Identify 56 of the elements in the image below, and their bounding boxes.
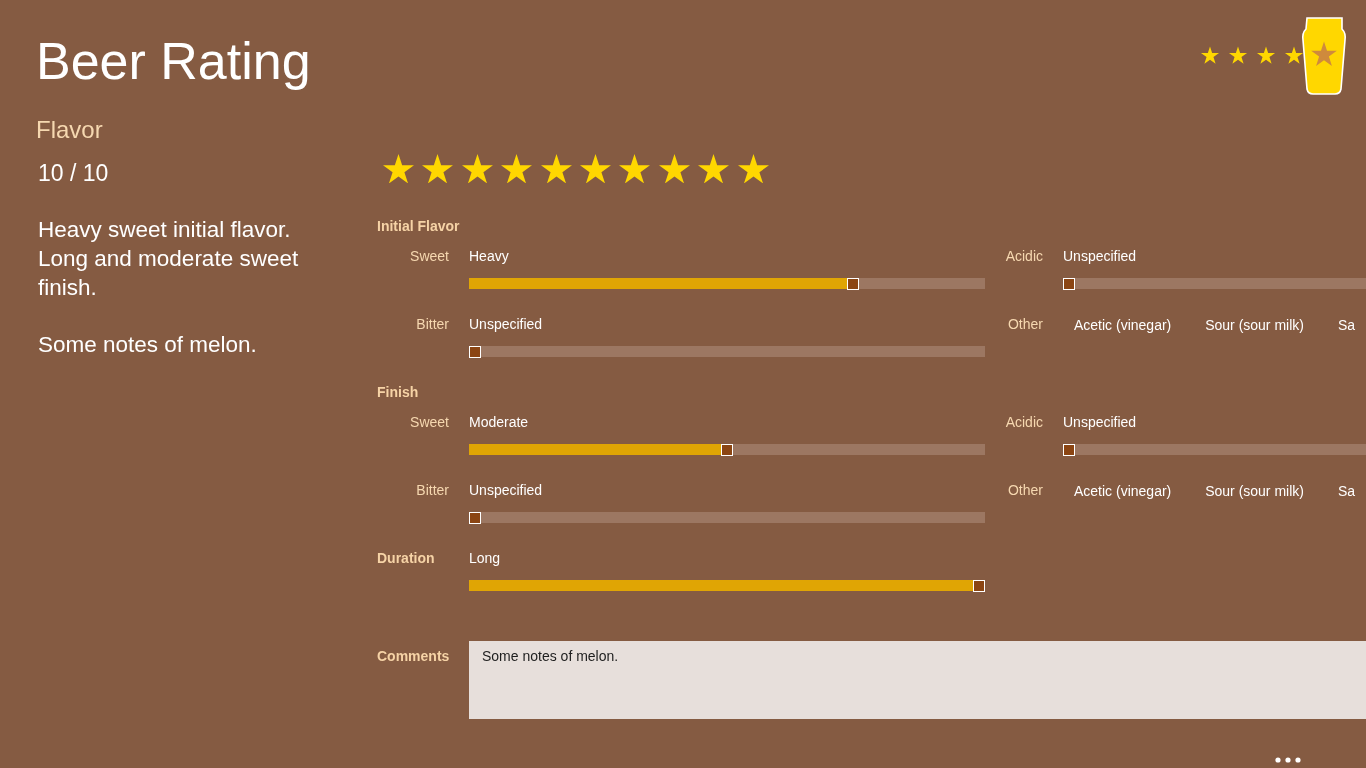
star-icon[interactable] [461, 154, 493, 184]
description-text: Some notes of melon. [38, 331, 257, 359]
star-icon[interactable] [383, 154, 414, 184]
section-title: Flavor [36, 115, 103, 145]
section-heading: Finish [377, 383, 419, 403]
field-value: Long [469, 549, 501, 569]
field-label: Sweet [410, 413, 449, 433]
option-toggle[interactable]: Sour (sour milk) [1194, 314, 1315, 336]
field-label: Other [1008, 481, 1043, 501]
section-heading: Initial Flavor [377, 217, 460, 237]
option-toggle[interactable]: Acetic (vinegar) [1063, 314, 1183, 336]
field-label: Bitter [416, 315, 449, 335]
star-icon[interactable] [579, 154, 611, 184]
slider-track[interactable] [1063, 278, 1366, 290]
more-icon[interactable] [1275, 757, 1301, 763]
slider-track[interactable] [1063, 444, 1366, 456]
field-label: Duration [377, 549, 435, 569]
score-text: 10 / 10 [38, 159, 109, 188]
field-label: Sweet [410, 247, 449, 267]
star-icon[interactable] [698, 154, 730, 184]
star-icon[interactable] [540, 154, 572, 184]
field-value: Unspecified [469, 315, 543, 335]
slider-track[interactable] [469, 278, 985, 290]
star-rating[interactable] [383, 154, 769, 184]
option-toggle[interactable]: Acetic (vinegar) [1063, 480, 1183, 502]
slider-thumb[interactable] [721, 444, 733, 456]
slider-track[interactable] [469, 512, 985, 524]
star-icon[interactable] [737, 154, 769, 184]
star-icon[interactable] [619, 154, 651, 184]
slider-thumb[interactable] [469, 512, 481, 524]
field-value: Unspecified [469, 481, 543, 501]
field-label: Comments [377, 647, 450, 667]
field-value: Moderate [469, 413, 529, 433]
star-icon[interactable] [501, 154, 533, 184]
description-text: Heavy sweet initial flavor. Long and moderate sweet finish. [38, 216, 300, 302]
slider-thumb[interactable] [1063, 444, 1075, 456]
slider-track[interactable] [469, 444, 985, 456]
option-toggle[interactable]: Sour (sour milk) [1194, 480, 1315, 502]
stars-and-pint-glass-icon [1200, 16, 1348, 96]
field-label: Acidic [1005, 413, 1043, 433]
field-label: Other [1008, 315, 1043, 335]
field-value: Unspecified [1063, 413, 1137, 433]
comments-field[interactable]: Some notes of melon. [469, 641, 1366, 720]
field-value: Unspecified [1063, 247, 1137, 267]
slider-track[interactable] [469, 346, 985, 358]
slider-thumb[interactable] [469, 346, 481, 358]
field-value: Heavy [469, 247, 509, 267]
option-toggle[interactable]: Sa [1326, 480, 1366, 502]
star-icon[interactable] [658, 154, 690, 184]
slider-thumb[interactable] [1063, 278, 1075, 290]
slider-thumb[interactable] [973, 580, 985, 592]
field-label: Bitter [416, 481, 449, 501]
option-toggle[interactable]: Sa [1326, 314, 1366, 336]
star-icon[interactable] [422, 154, 454, 184]
field-label: Acidic [1005, 247, 1043, 267]
slider-thumb[interactable] [847, 278, 859, 290]
